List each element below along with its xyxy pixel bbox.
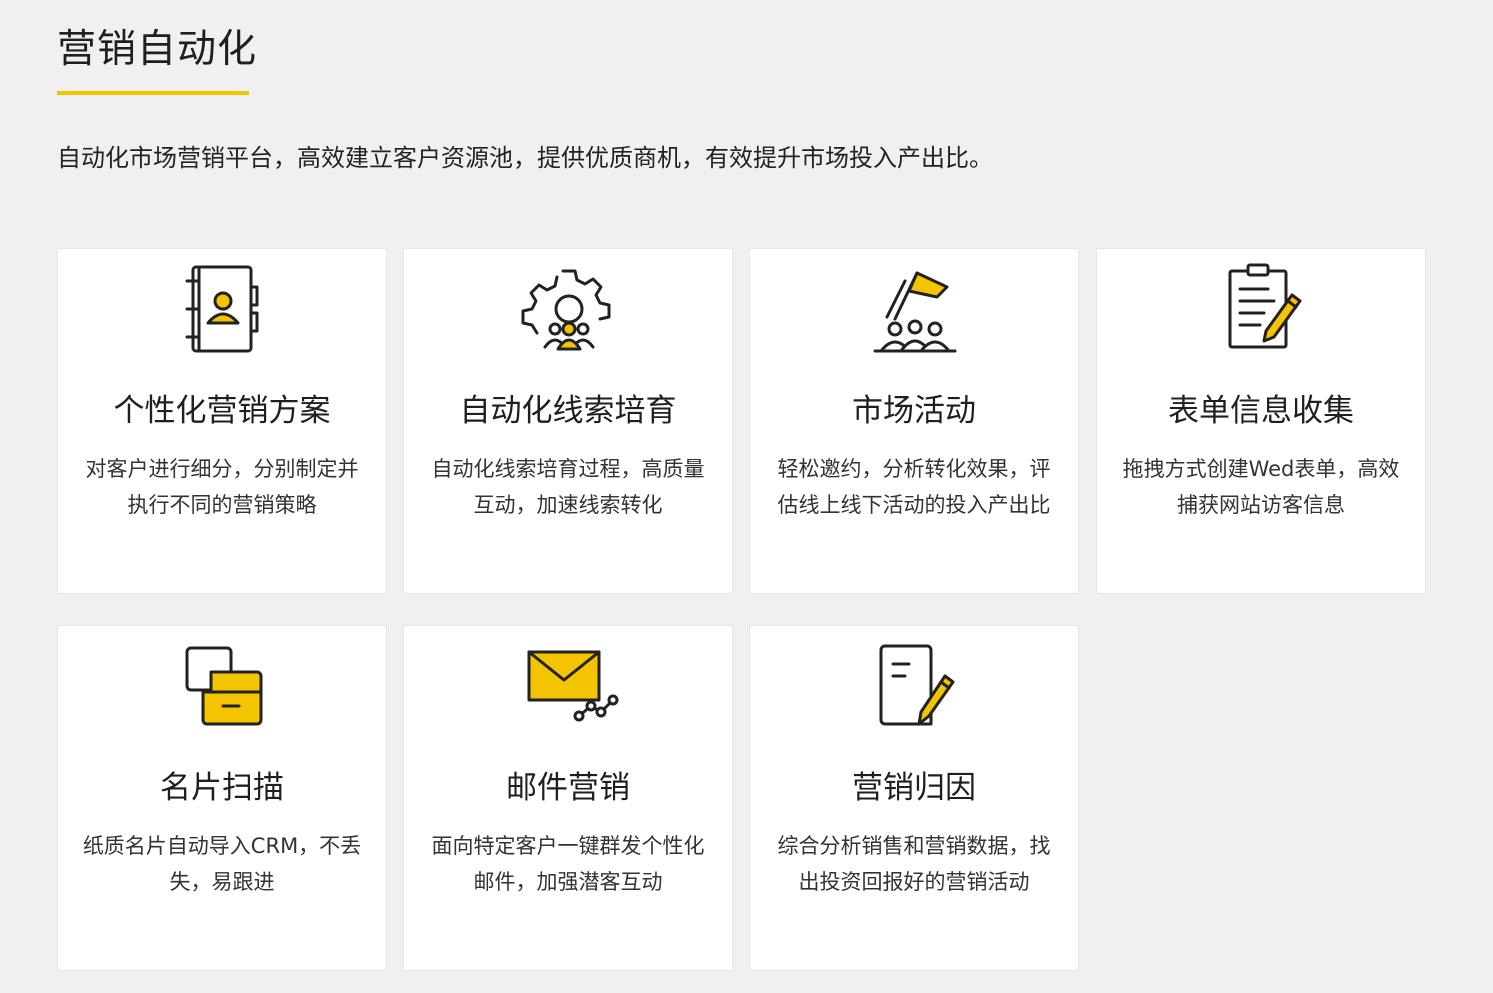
feature-card-form-collection[interactable]: 表单信息收集 拖拽方式创建Wed表单，高效捕获网站访客信息 <box>1096 248 1426 594</box>
card-description: 综合分析销售和营销数据，找出投资回报好的营销活动 <box>777 834 1051 894</box>
feature-card-email-marketing[interactable]: 邮件营销 面向特定客户一键群发个性化邮件，加强潜客互动 <box>403 625 733 971</box>
feature-card-card-scan[interactable]: 名片扫描 纸质名片自动导入CRM，不丢失，易跟进 <box>57 625 387 971</box>
card-description: 拖拽方式创建Wed表单，高效捕获网站访客信息 <box>1122 457 1400 517</box>
feature-card-marketing-attribution[interactable]: 营销归因 综合分析销售和营销数据，找出投资回报好的营销活动 <box>749 625 1079 971</box>
gear-people-icon <box>519 259 619 359</box>
card-description: 面向特定客户一键群发个性化邮件，加强潜客互动 <box>431 834 705 894</box>
flag-crowd-icon <box>865 259 965 359</box>
section-intro: 自动化市场营销平台，高效建立客户资源池，提供优质商机，有效提升市场投入产出比。 <box>57 144 993 172</box>
card-title: 邮件营销 <box>506 770 630 806</box>
feature-card-market-activity[interactable]: 市场活动 轻松邀约，分析转化效果，评估线上线下活动的投入产出比 <box>749 248 1079 594</box>
card-description: 轻松邀约，分析转化效果，评估线上线下活动的投入产出比 <box>777 457 1051 517</box>
feature-card-lead-nurturing[interactable]: 自动化线索培育 自动化线索培育过程，高质量互动，加速线索转化 <box>403 248 733 594</box>
section-title: 营销自动化 <box>57 27 258 72</box>
title-underline <box>57 91 249 95</box>
card-description: 自动化线索培育过程，高质量互动，加速线索转化 <box>431 457 705 517</box>
card-description: 纸质名片自动导入CRM，不丢失，易跟进 <box>82 834 362 894</box>
contact-book-icon <box>173 259 273 359</box>
card-title: 表单信息收集 <box>1168 393 1354 429</box>
card-title: 自动化线索培育 <box>459 393 677 429</box>
clipboard-pencil-icon <box>1212 259 1312 359</box>
marketing-automation-section: 营销自动化 自动化市场营销平台，高效建立客户资源池，提供优质商机，有效提升市场投… <box>0 0 1493 993</box>
feature-card-personalized-plan[interactable]: 个性化营销方案 对客户进行细分，分别制定并执行不同的营销策略 <box>57 248 387 594</box>
envelope-chart-icon <box>519 636 619 736</box>
card-title: 个性化营销方案 <box>113 393 331 429</box>
card-title: 营销归因 <box>852 770 976 806</box>
card-description: 对客户进行细分，分别制定并执行不同的营销策略 <box>85 457 359 517</box>
card-title: 市场活动 <box>852 393 976 429</box>
card-title: 名片扫描 <box>160 770 284 806</box>
document-pencil-icon <box>865 636 965 736</box>
card-scan-icon <box>173 636 273 736</box>
